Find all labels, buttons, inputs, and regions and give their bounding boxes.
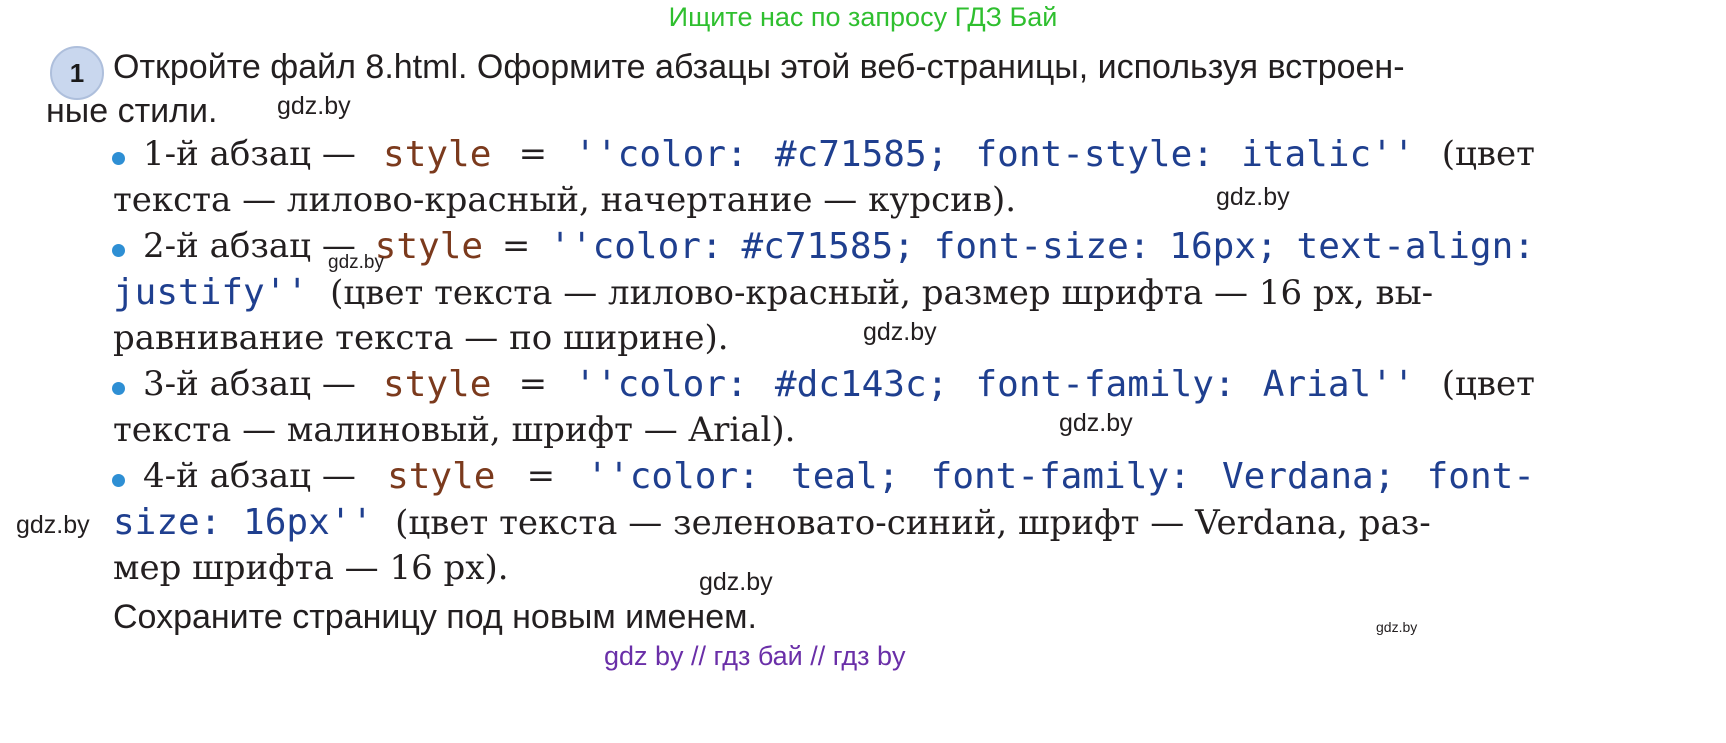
bullet-3 — [112, 382, 125, 395]
footer-links: gdz by // гдз бай // гдз by — [604, 641, 906, 671]
item-label: 3-й абзац — — [143, 364, 356, 404]
save-instruction: Сохраните страницу под новым именем. — [113, 598, 757, 636]
item-2-line-3: равнивание текста — по ширине). — [113, 318, 729, 358]
paren-text: (цвет — [1441, 364, 1535, 404]
bullet-2 — [112, 244, 125, 257]
code-token: size: 16px'' — [113, 502, 374, 543]
code-token: ''color: — [586, 456, 760, 497]
task-intro-line-2: ные стили. — [46, 92, 218, 130]
bullet-1 — [112, 152, 125, 165]
item-3-line-2: текста — малиновый, шрифт — Arial). — [113, 410, 796, 450]
item-3-line-1: 3-й абзац — style = ''color: #dc143c; fo… — [143, 364, 1535, 405]
code-token: font-family: — [975, 364, 1236, 405]
watermark: gdz.by — [1059, 409, 1133, 437]
code-token: text-align: — [1296, 226, 1535, 267]
item-label: 2-й абзац — — [143, 226, 356, 266]
code-token: #dc143c; — [774, 364, 949, 405]
watermark: gdz.by — [277, 92, 351, 120]
task-intro-line-1: Откройте файл 8.html. Оформите абзацы эт… — [113, 48, 1405, 86]
item-text: (цвет текста — лилово-красный, размер шр… — [330, 273, 1434, 313]
bullet-4 — [112, 474, 125, 487]
item-1-line-1: 1-й абзац — style = ''color: #c71585; fo… — [143, 134, 1535, 175]
code-token: ''color: — [574, 134, 748, 175]
equals-sign: = — [518, 134, 548, 174]
item-4-line-3: мер шрифта — 16 px). — [113, 548, 509, 588]
code-token: #c71585; — [741, 226, 915, 267]
equals-sign: = — [501, 226, 531, 266]
code-token: Arial'' — [1262, 364, 1415, 405]
code-token: italic'' — [1241, 134, 1415, 175]
item-2-line-2: justify'' (цвет текста — лилово-красный,… — [113, 272, 1533, 313]
code-token: ''color: — [549, 226, 723, 267]
watermark: gdz.by — [328, 252, 384, 273]
code-token: font- — [1426, 456, 1535, 497]
style-keyword: style — [383, 134, 492, 175]
watermark: gdz.by — [863, 318, 937, 346]
code-token: ''color: — [574, 364, 748, 405]
watermark: gdz.by — [16, 511, 90, 539]
item-4-line-2: size: 16px'' (цвет текста — зеленовато-с… — [113, 502, 1533, 543]
code-token: font-size: — [933, 226, 1151, 267]
item-text: (цвет текста — зеленовато-синий, шрифт —… — [395, 503, 1431, 543]
item-label: 1-й абзац — — [143, 134, 356, 174]
code-token: #c71585; — [774, 134, 949, 175]
equals-sign: = — [526, 456, 556, 496]
watermark: gdz.by — [1376, 619, 1418, 635]
code-token: teal; — [791, 456, 900, 497]
equals-sign: = — [518, 364, 548, 404]
search-banner: Ищите нас по запросу ГДЗ Бай — [668, 2, 1058, 32]
code-token: Verdana; — [1221, 456, 1396, 497]
code-token: justify'' — [113, 272, 309, 313]
paren-text: (цвет — [1441, 134, 1535, 174]
watermark: gdz.by — [699, 568, 773, 596]
style-keyword: style — [374, 226, 484, 267]
style-keyword: style — [383, 364, 492, 405]
code-token: font-family: — [930, 456, 1191, 497]
item-label: 4-й абзац — — [143, 456, 356, 496]
item-1-line-2: текста — лилово-красный, начертание — ку… — [113, 180, 1017, 220]
watermark: gdz.by — [1216, 183, 1290, 211]
code-token: 16px; — [1169, 226, 1278, 267]
style-keyword: style — [387, 456, 496, 497]
item-4-line-1: 4-й абзац — style = ''color: teal; font-… — [143, 456, 1535, 497]
code-token: font-style: — [975, 134, 1214, 175]
